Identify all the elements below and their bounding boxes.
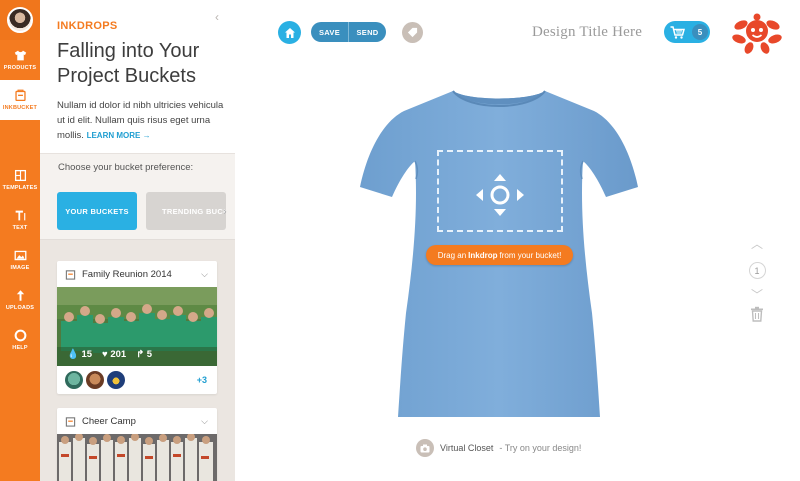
rail-label: IMAGE: [10, 265, 30, 271]
bucket-tabs: YOUR BUCKETS TRENDING BUCKETS: [40, 183, 235, 240]
rail-item-products[interactable]: PRODUCTS: [0, 40, 40, 80]
rail-item-templates[interactable]: TEMPLATES: [0, 160, 40, 200]
virtual-closet-label: Virtual Closet: [440, 443, 494, 453]
text-icon: [15, 210, 25, 221]
rail-item-image[interactable]: IMAGE: [0, 240, 40, 280]
bucket-card-title: Cheer Camp: [82, 415, 136, 427]
bucket-card-header: Family Reunion 2014 ⌵: [57, 261, 217, 287]
rail-label: HELP: [12, 345, 28, 351]
bucket-photo[interactable]: [57, 434, 217, 481]
more-collaborators[interactable]: +3: [197, 375, 207, 385]
bucket-collaborators: +3: [57, 366, 217, 394]
cart-icon: [670, 25, 685, 39]
comment-button[interactable]: [402, 22, 423, 43]
tip-text: from your bucket!: [499, 250, 562, 260]
shares-stat: ↱ 5: [136, 349, 153, 360]
shares-count: 5: [146, 349, 153, 360]
app-window: PRODUCTS INKBUCKET TEMPLATES TEXT IMAGE …: [0, 0, 800, 481]
camera-icon[interactable]: [416, 439, 434, 457]
virtual-closet-subtext: - Try on your design!: [499, 443, 582, 453]
bucket-icon: [14, 89, 26, 102]
drops-stat: 💧 15: [67, 349, 93, 360]
bucket-card-header: Cheer Camp ⌵: [57, 408, 217, 434]
collaborator-avatar[interactable]: [107, 371, 125, 389]
rail-label: TEXT: [12, 225, 28, 231]
learn-more-link[interactable]: LEARN MORE →: [87, 131, 151, 140]
panel-body: Nullam id dolor id nibh ultricies vehicu…: [57, 98, 232, 143]
page-number[interactable]: 1: [748, 262, 766, 279]
home-button[interactable]: [278, 21, 301, 44]
rail-item-uploads[interactable]: UPLOADS: [0, 280, 40, 320]
bucket-icon: [65, 416, 76, 427]
avatar[interactable]: [7, 7, 33, 33]
drag-inkdrop-tooltip: Drag an Inkdrop from your bucket!: [426, 245, 573, 265]
save-button[interactable]: SAVE: [311, 22, 348, 42]
panel-eyebrow: INKDROPS: [57, 20, 118, 32]
tabs-scroll-right-icon[interactable]: ›: [223, 206, 227, 218]
inkdrop-logo-icon[interactable]: [732, 13, 782, 55]
tip-text: Drag an: [437, 250, 467, 260]
chevron-up-icon[interactable]: ︿: [751, 238, 763, 250]
templates-icon: [14, 169, 26, 182]
bucket-icon: [65, 269, 76, 280]
bucket-photo[interactable]: 💧 15 ♥ 201 ↱ 5: [57, 287, 217, 366]
virtual-closet[interactable]: Virtual Closet - Try on your design!: [416, 439, 581, 457]
cheer-photo-image: [57, 434, 217, 481]
collapse-panel-icon[interactable]: ‹: [215, 10, 219, 24]
inkdrops-panel: INKDROPS ‹ Falling into Your Project Buc…: [40, 0, 235, 481]
cart-button[interactable]: 5: [664, 21, 710, 43]
tag-icon: [407, 27, 418, 38]
collaborator-avatar[interactable]: [65, 371, 83, 389]
rail-item-text[interactable]: TEXT: [0, 200, 40, 240]
home-icon: [284, 27, 295, 38]
rail-label: PRODUCTS: [3, 65, 37, 71]
bucket-card-title: Family Reunion 2014: [82, 268, 172, 280]
rail-item-help[interactable]: HELP: [0, 320, 40, 360]
move-icon[interactable]: [474, 172, 526, 218]
likes-stat: ♥ 201: [102, 349, 127, 360]
rail-label: INKBUCKET: [2, 105, 38, 111]
bucket-pref-prompt: Choose your bucket preference:: [40, 153, 235, 183]
rail-label: UPLOADS: [5, 305, 35, 311]
chevron-down-icon[interactable]: ⌵: [201, 269, 208, 280]
tip-bold: Inkdrop: [468, 250, 498, 260]
lifebuoy-icon: [14, 329, 26, 342]
left-rail: PRODUCTS INKBUCKET TEMPLATES TEXT IMAGE …: [0, 0, 40, 481]
bucket-stats: 💧 15 ♥ 201 ↱ 5: [67, 349, 152, 360]
image-icon: [14, 250, 26, 261]
rail-item-inkbucket[interactable]: INKBUCKET: [0, 80, 40, 120]
user-avatar-wrap[interactable]: [0, 0, 40, 40]
chevron-down-icon[interactable]: ⌵: [201, 416, 208, 427]
drops-count: 15: [81, 349, 93, 360]
cart-count: 5: [692, 24, 708, 40]
tab-trending-buckets[interactable]: TRENDING BUCKETS: [146, 192, 226, 230]
panel-title: Falling into Your Project Buckets: [57, 40, 200, 87]
collaborator-avatar[interactable]: [86, 371, 104, 389]
tab-your-buckets[interactable]: YOUR BUCKETS: [57, 192, 137, 230]
upload-icon: [16, 290, 24, 301]
tshirt-icon: [14, 50, 26, 61]
save-send-group: SAVE SEND: [311, 22, 386, 42]
design-title-input[interactable]: Design Title Here: [532, 24, 642, 41]
trash-icon[interactable]: [750, 306, 764, 322]
rail-label: TEMPLATES: [2, 185, 38, 191]
page-navigator: ︿ 1 ﹀: [748, 238, 766, 301]
bucket-card[interactable]: Family Reunion 2014 ⌵ 💧 15 ♥ 201 ↱ 5 +3: [57, 261, 217, 394]
bucket-card[interactable]: Cheer Camp ⌵: [57, 408, 217, 481]
send-button[interactable]: SEND: [348, 22, 386, 42]
chevron-down-icon[interactable]: ﹀: [751, 289, 763, 301]
likes-count: 201: [110, 349, 127, 360]
panel-intro: INKDROPS ‹ Falling into Your Project Buc…: [40, 0, 235, 153]
